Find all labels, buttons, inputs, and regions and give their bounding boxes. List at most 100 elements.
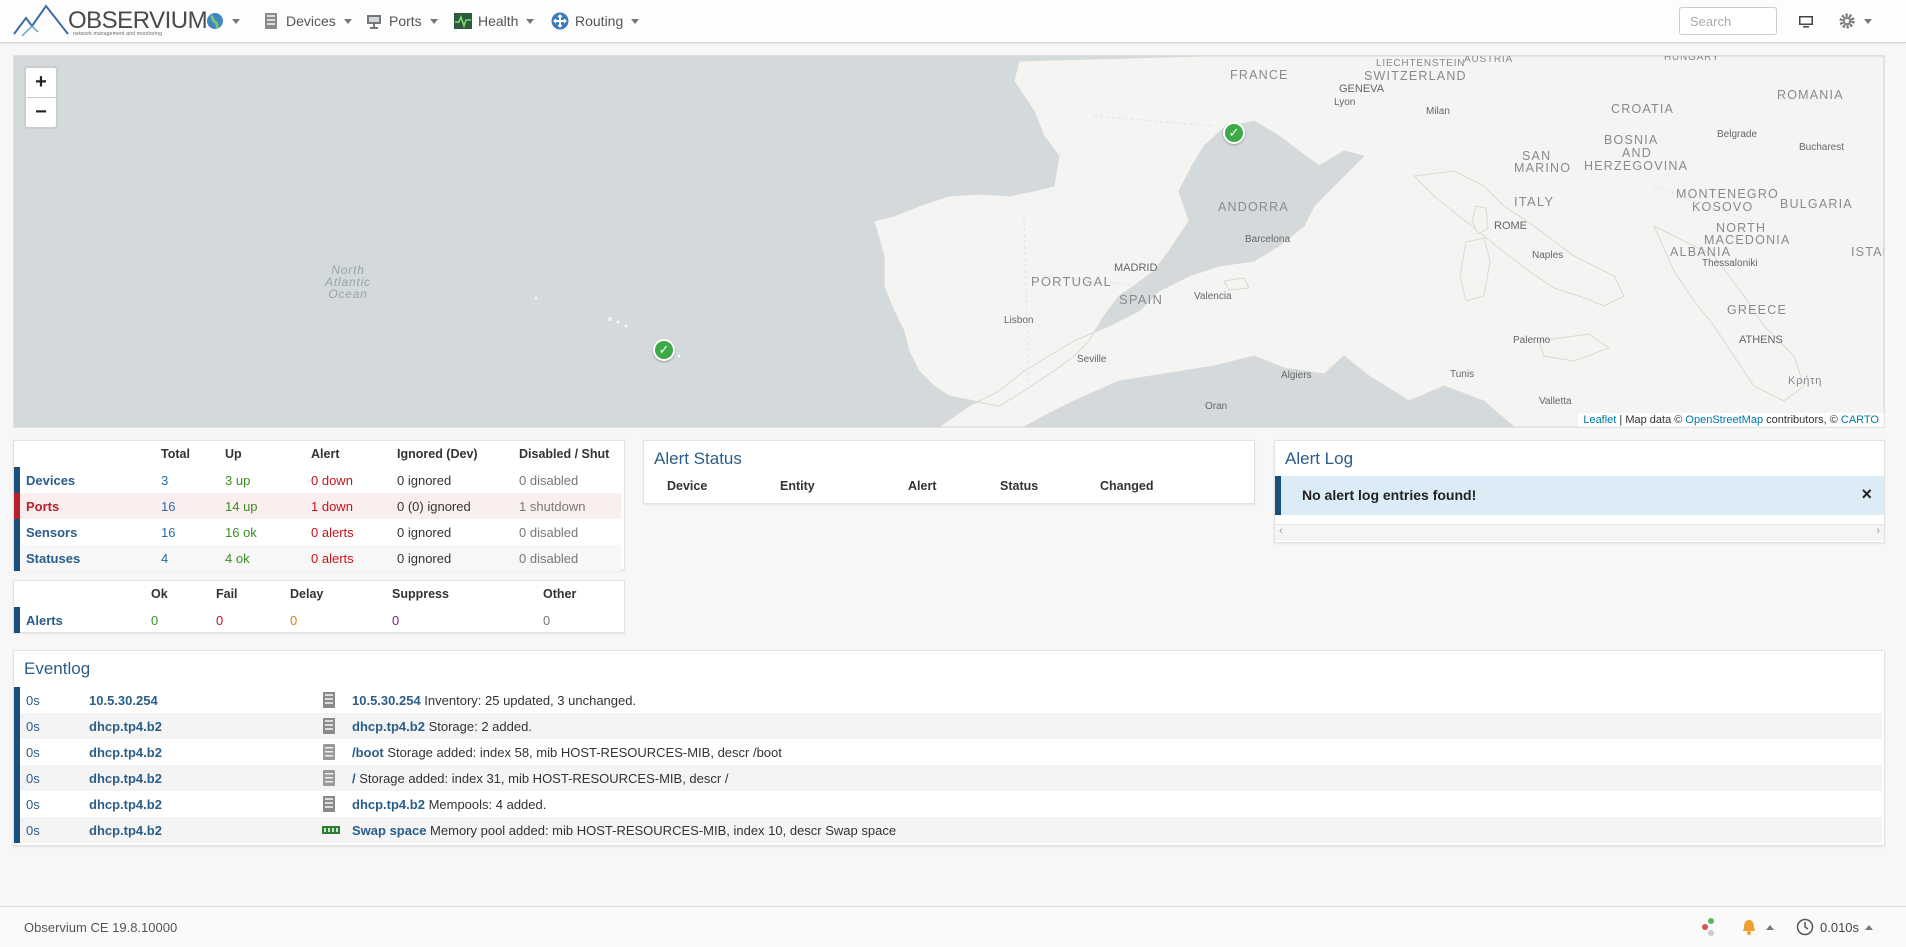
event-message: /boot Storage added: index 58, mib HOST-… bbox=[352, 744, 782, 760]
horizontal-scrollbar[interactable]: ‹ › bbox=[1275, 524, 1884, 541]
storage-icon bbox=[323, 744, 335, 760]
event-host-link[interactable]: 10.5.30.254 bbox=[89, 693, 158, 708]
row-name[interactable]: Devices bbox=[17, 467, 161, 493]
alert-log-title: Alert Log bbox=[1285, 449, 1354, 468]
event-entity-link[interactable]: /boot bbox=[352, 745, 384, 760]
cell-total: 16 bbox=[161, 498, 176, 514]
nav-devices[interactable]: Devices bbox=[262, 0, 352, 42]
col-header-alert: Alert bbox=[311, 447, 340, 461]
col-header-changed: Changed bbox=[1100, 479, 1154, 493]
version-text: Observium CE 19.8.10000 bbox=[24, 920, 178, 935]
nav-globe-menu[interactable] bbox=[206, 0, 240, 42]
map-label-thessaloniki: Thessaloniki bbox=[1702, 258, 1758, 269]
alerts-bell-button[interactable] bbox=[1740, 918, 1774, 936]
memory-icon bbox=[322, 826, 340, 834]
map-label-marino: MARINO bbox=[1514, 161, 1572, 175]
cell-alert: 1 down bbox=[311, 498, 353, 514]
event-host-link[interactable]: dhcp.tp4.b2 bbox=[89, 745, 162, 760]
map-label-palermo: Palermo bbox=[1513, 335, 1551, 346]
event-time: 0s bbox=[26, 796, 40, 812]
check-icon: ✓ bbox=[1228, 125, 1240, 140]
display-toggle-button[interactable] bbox=[1797, 0, 1815, 42]
col-header-suppress: Suppress bbox=[392, 587, 449, 601]
map-label-herzegovina: HERZEGOVINA bbox=[1584, 159, 1689, 173]
row-name[interactable]: Ports bbox=[17, 493, 161, 519]
status-row-ports[interactable]: Ports 16 14 up 1 down 0 (0) ignored 1 sh… bbox=[17, 493, 621, 519]
cell-ignored: 0 (0) ignored bbox=[397, 498, 471, 514]
eventlog-row[interactable]: 0s 10.5.30.254 10.5.30.254 Inventory: 25… bbox=[14, 687, 1882, 713]
status-row-devices[interactable]: Devices 3 3 up 0 down 0 ignored 0 disabl… bbox=[17, 467, 621, 493]
device-marker-up[interactable]: ✓ bbox=[653, 339, 675, 361]
event-time: 0s bbox=[26, 770, 40, 786]
openstreetmap-link[interactable]: OpenStreetMap bbox=[1685, 414, 1763, 426]
bell-icon bbox=[1743, 920, 1755, 935]
event-host-link[interactable]: dhcp.tp4.b2 bbox=[89, 771, 162, 786]
gear-icon bbox=[1839, 13, 1855, 29]
zoom-out-button[interactable]: − bbox=[26, 97, 56, 127]
alerts-summary-panel: Ok Fail Delay Suppress Other Alerts 0 0 … bbox=[13, 580, 625, 633]
event-host-link[interactable]: dhcp.tp4.b2 bbox=[89, 823, 162, 838]
cell-ignored: 0 ignored bbox=[397, 524, 452, 540]
status-row-sensors[interactable]: Sensors 16 16 ok 0 alerts 0 ignored 0 di… bbox=[17, 519, 621, 545]
scroll-right-icon[interactable]: › bbox=[1876, 525, 1880, 537]
map-label-bulgaria: BULGARIA bbox=[1780, 197, 1853, 211]
cell-fail: 0 bbox=[216, 612, 224, 628]
cell-disabled: 1 shutdown bbox=[519, 498, 586, 514]
alert-log-panel: Alert Log No alert log entries found! × … bbox=[1274, 440, 1885, 543]
map-label-milan: Milan bbox=[1426, 106, 1450, 117]
row-name[interactable]: Alerts bbox=[17, 607, 151, 633]
eventlog-row[interactable]: 0s dhcp.tp4.b2 /boot Storage added: inde… bbox=[14, 739, 1882, 765]
row-name[interactable]: Statuses bbox=[17, 545, 161, 571]
eventlog-row[interactable]: 0s dhcp.tp4.b2 Swap space Memory pool ad… bbox=[14, 817, 1882, 843]
settings-menu-button[interactable] bbox=[1838, 0, 1872, 42]
eventlog-row[interactable]: 0s dhcp.tp4.b2 / Storage added: index 31… bbox=[14, 765, 1882, 791]
close-icon[interactable]: × bbox=[1861, 484, 1872, 505]
map-label-greece: GREECE bbox=[1727, 303, 1787, 317]
event-host-link[interactable]: dhcp.tp4.b2 bbox=[89, 719, 162, 734]
map-land-layer bbox=[534, 56, 1884, 427]
event-entity-link[interactable]: dhcp.tp4.b2 bbox=[352, 797, 425, 812]
cell-alert: 0 down bbox=[311, 472, 353, 488]
leaflet-link[interactable]: Leaflet bbox=[1583, 414, 1616, 426]
map-label-liechtenstein: LIECHTENSTEIN bbox=[1376, 58, 1466, 69]
status-dots-icon[interactable] bbox=[1700, 918, 1716, 936]
col-header-fail: Fail bbox=[216, 587, 238, 601]
search-input[interactable] bbox=[1679, 7, 1777, 35]
status-row-statuses[interactable]: Statuses 4 4 ok 0 alerts 0 ignored 0 dis… bbox=[17, 545, 621, 571]
event-message: / Storage added: index 31, mib HOST-RESO… bbox=[352, 770, 729, 786]
eventlog-row[interactable]: 0s dhcp.tp4.b2 dhcp.tp4.b2 Mempools: 4 a… bbox=[14, 791, 1882, 817]
map-label-madrid: MADRID bbox=[1114, 262, 1158, 274]
map-label-seville: Seville bbox=[1077, 354, 1107, 365]
nav-routing[interactable]: Routing bbox=[551, 0, 640, 42]
cell-suppress: 0 bbox=[392, 612, 400, 628]
nav-ports[interactable]: Ports bbox=[365, 0, 438, 42]
row-name[interactable]: Sensors bbox=[17, 519, 161, 545]
event-host-link[interactable]: dhcp.tp4.b2 bbox=[89, 797, 162, 812]
event-entity-link[interactable]: 10.5.30.254 bbox=[352, 693, 421, 708]
col-header-ignored: Ignored (Dev) bbox=[397, 447, 478, 461]
observium-logo[interactable]: OBSERVIUM network management and monitor… bbox=[12, 4, 208, 38]
status-summary-table: Total Up Alert Ignored (Dev) Disabled / … bbox=[14, 441, 624, 571]
routing-icon bbox=[551, 12, 569, 30]
device-marker-up[interactable]: ✓ bbox=[1223, 122, 1245, 144]
event-message: dhcp.tp4.b2 Storage: 2 added. bbox=[352, 718, 532, 734]
nav-devices-label: Devices bbox=[286, 13, 336, 29]
zoom-in-button[interactable]: + bbox=[26, 68, 56, 97]
alerts-row[interactable]: Alerts 0 0 0 0 0 bbox=[17, 607, 624, 633]
scroll-left-icon[interactable]: ‹ bbox=[1279, 525, 1283, 537]
map-label-bucharest: Bucharest bbox=[1799, 142, 1845, 153]
col-header-disabled: Disabled / Shut bbox=[519, 447, 610, 461]
device-map[interactable]: FRANCE LIECHTENSTEIN AUSTRIA SWITZERLAND… bbox=[13, 55, 1885, 428]
map-label-valencia: Valencia bbox=[1194, 291, 1232, 302]
cell-total: 16 bbox=[161, 524, 176, 540]
col-header-name bbox=[17, 441, 161, 467]
map-label-geneva: GENEVA bbox=[1339, 83, 1385, 95]
eventlog-row[interactable]: 0s dhcp.tp4.b2 dhcp.tp4.b2 Storage: 2 ad… bbox=[14, 713, 1882, 739]
map-label-portugal: PORTUGAL bbox=[1031, 274, 1112, 289]
event-entity-link[interactable]: dhcp.tp4.b2 bbox=[352, 719, 425, 734]
event-entity-link[interactable]: Swap space bbox=[352, 823, 426, 838]
nav-health[interactable]: Health bbox=[454, 0, 535, 42]
page-timing-button[interactable]: 0.010s bbox=[1796, 918, 1874, 936]
map-label-barcelona: Barcelona bbox=[1245, 234, 1291, 245]
carto-link[interactable]: CARTO bbox=[1841, 414, 1879, 426]
